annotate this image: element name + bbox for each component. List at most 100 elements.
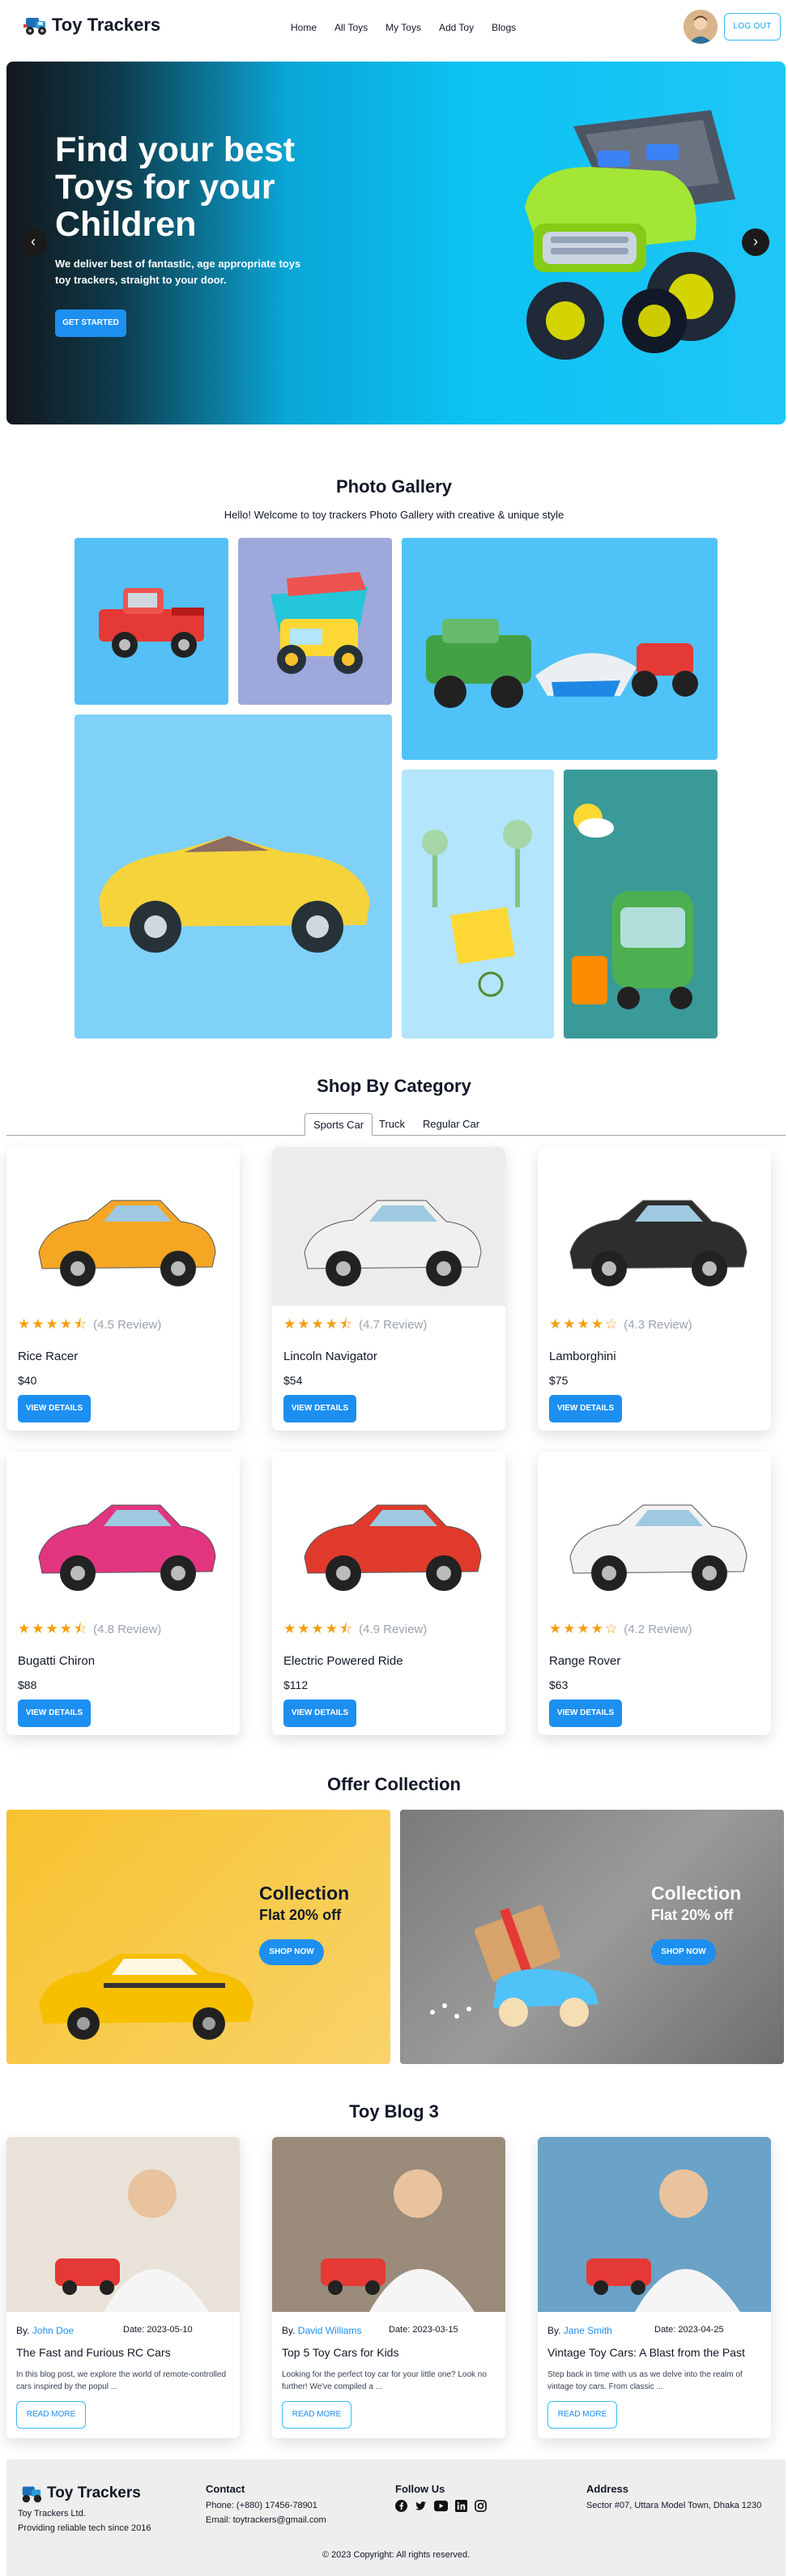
star-icon: ★ (311, 1316, 324, 1332)
product-card: ★ ★ ★ ★ ☆ (4.3 Review) Lamborghini $75 VIEW DETA… (538, 1147, 771, 1431)
hero-banner: Find your best Toys for your Children We… (6, 62, 786, 424)
twitter-icon[interactable] (415, 2500, 427, 2512)
star-icon: ★ (59, 1621, 72, 1636)
footer-address: Sector #07, Uttara Model Town, Dhaka 123… (586, 2501, 762, 2510)
nav-add-toy[interactable]: Add Toy (430, 20, 483, 35)
star-icon: ★ (59, 1316, 72, 1332)
blog-post-title[interactable]: The Fast and Furious RC Cars (16, 2346, 171, 2359)
read-more-button[interactable]: READ MORE (16, 2401, 86, 2429)
star-icon: ★ (297, 1621, 310, 1636)
follow-heading: Follow Us (395, 2483, 445, 2495)
footer-company: Toy Trackers Ltd. (18, 2509, 86, 2518)
facebook-icon[interactable] (395, 2500, 407, 2512)
read-more-button[interactable]: READ MORE (282, 2401, 351, 2429)
star-icon: ★ (283, 1621, 296, 1636)
gallery-image-toy-vehicles[interactable] (402, 538, 718, 760)
gallery-image-dump-truck[interactable] (238, 538, 392, 705)
gallery-image-taxi-city[interactable] (402, 770, 554, 1039)
product-image (538, 1147, 771, 1306)
view-details-button[interactable]: VIEW DETAILS (18, 1395, 91, 1422)
blog-post-title[interactable]: Vintage Toy Cars: A Blast from the Past (547, 2346, 745, 2359)
rating-stars: ★ ★ ★ ★ ⯪ (4.8 Review) (18, 1622, 161, 1636)
get-started-button[interactable]: GET STARTED (55, 309, 126, 337)
shop-now-button[interactable]: SHOP NOW (651, 1939, 716, 1965)
star-icon: ★ (32, 1621, 45, 1636)
product-image (272, 1452, 505, 1610)
star-icon: ★ (32, 1316, 45, 1332)
star-icon: ★ (45, 1621, 58, 1636)
offer-title-0: Collection (259, 1883, 350, 1904)
gallery-image-yellow-convertible[interactable] (75, 714, 392, 1039)
product-price: $63 (549, 1678, 569, 1691)
blog-image (272, 2137, 505, 2312)
youtube-icon[interactable] (434, 2500, 448, 2512)
footer-phone: Phone: (+880) 17456-78901 (206, 2501, 317, 2510)
toy-truck-image (525, 110, 735, 360)
copyright: © 2023 Copyright: All rights reserved. (322, 2550, 471, 2560)
gallery-image-red-truck[interactable] (75, 538, 228, 705)
star-icon: ★ (549, 1621, 562, 1636)
blog-author: By. David Williams (282, 2325, 362, 2336)
blog-excerpt: Looking for the perfect toy car for your… (282, 2370, 487, 2391)
nav-my-toys[interactable]: My Toys (377, 20, 430, 35)
nav-all-toys[interactable]: All Toys (326, 20, 377, 35)
footer-email[interactable]: Email: toytrackers@gmail.com (206, 2513, 326, 2527)
contact-heading: Contact (206, 2483, 245, 2495)
product-name: Rice Racer (18, 1350, 79, 1363)
star-icon: ★ (297, 1316, 310, 1332)
author-link[interactable]: David Williams (298, 2325, 362, 2336)
tab-truck[interactable]: Truck (371, 1113, 413, 1136)
view-details-button[interactable]: VIEW DETAILS (283, 1395, 356, 1422)
rating-text: (4.8 Review) (93, 1622, 162, 1636)
chevron-left-icon[interactable]: ‹ (19, 228, 47, 256)
read-more-button[interactable]: READ MORE (547, 2401, 617, 2429)
product-name: Bugatti Chiron (18, 1654, 96, 1668)
rating-text: (4.7 Review) (359, 1317, 428, 1332)
navbar: Toy Trackers Home All Toys My Toys Add T… (0, 0, 788, 55)
user-avatar[interactable] (684, 10, 718, 44)
view-details-button[interactable]: VIEW DETAILS (549, 1395, 622, 1422)
view-details-button[interactable]: VIEW DETAILS (283, 1700, 356, 1727)
offer-card-taxi: Collection Flat 20% off SHOP NOW (6, 1810, 390, 2064)
gallery-image-tuk-tuk[interactable] (564, 770, 718, 1039)
product-price: $88 (18, 1678, 37, 1691)
offer-title: Offer Collection (326, 1774, 461, 1794)
star-icon: ★ (311, 1621, 324, 1636)
gift-car-image (430, 1904, 598, 2027)
nav-home[interactable]: Home (282, 20, 326, 35)
blog-card: By. Jane Smith Date: 2023-04-25 Vintage To… (538, 2137, 771, 2438)
brand[interactable]: Toy Trackers (21, 13, 160, 37)
blog-excerpt: In this blog post, we explore the world … (16, 2370, 227, 2391)
toy-taxi-image (39, 1954, 253, 2040)
product-card: ★ ★ ★ ★ ⯪ (4.9 Review) Electric Powered Ride $1… (272, 1452, 505, 1735)
star-icon: ⯪ (74, 1316, 87, 1332)
product-name: Electric Powered Ride (283, 1654, 403, 1668)
star-icon: ★ (577, 1621, 590, 1636)
rating-stars: ★ ★ ★ ★ ☆ (4.2 Review) (549, 1622, 692, 1636)
product-price: $54 (283, 1374, 303, 1387)
tab-regular-car[interactable]: Regular Car (415, 1113, 488, 1136)
star-icon: ★ (18, 1316, 31, 1332)
instagram-icon[interactable] (475, 2500, 487, 2512)
rating-text: (4.3 Review) (624, 1317, 692, 1332)
blog-image (6, 2137, 240, 2312)
social-icons (395, 2500, 487, 2512)
author-link[interactable]: John Doe (32, 2325, 74, 2336)
product-image (272, 1147, 505, 1306)
linkedin-icon[interactable] (455, 2500, 467, 2512)
rating-stars: ★ ★ ★ ★ ☆ (4.3 Review) (549, 1317, 692, 1332)
star-icon: ★ (283, 1316, 296, 1332)
blog-post-title[interactable]: Top 5 Toy Cars for Kids (282, 2346, 398, 2359)
nav-blogs[interactable]: Blogs (483, 20, 525, 35)
view-details-button[interactable]: VIEW DETAILS (549, 1700, 622, 1727)
shop-now-button[interactable]: SHOP NOW (259, 1939, 324, 1965)
blog-date: Date: 2023-04-25 (654, 2325, 724, 2335)
tab-sports-car[interactable]: Sports Car (305, 1113, 373, 1136)
logout-button[interactable]: LOG OUT (724, 13, 781, 41)
star-icon: ☆ (605, 1621, 618, 1636)
author-link[interactable]: Jane Smith (564, 2325, 612, 2336)
footer-brand[interactable]: Toy Trackers (18, 2482, 151, 2505)
blog-card: By. John Doe Date: 2023-05-10 The Fast and… (6, 2137, 240, 2438)
offer-discount-0: Flat 20% off (259, 1907, 342, 1923)
view-details-button[interactable]: VIEW DETAILS (18, 1700, 91, 1727)
